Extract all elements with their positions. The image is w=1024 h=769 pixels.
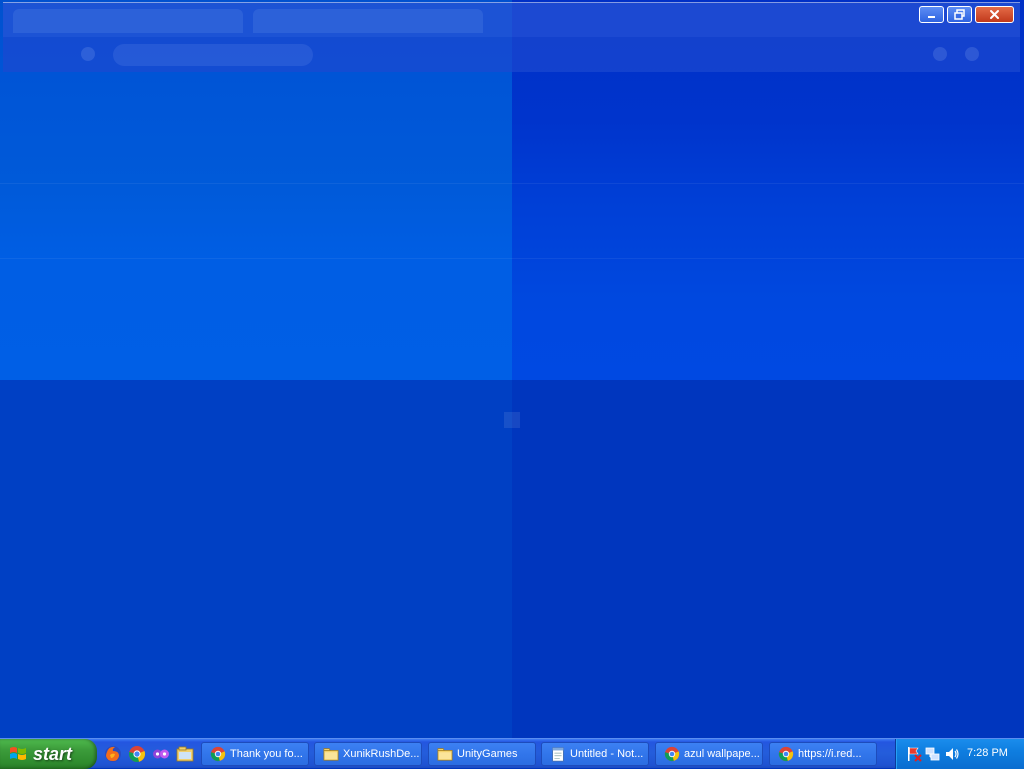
notepad-icon bbox=[552, 747, 564, 762]
volume-icon[interactable] bbox=[944, 746, 960, 762]
restore-icon bbox=[954, 9, 965, 20]
security-alert-icon[interactable] bbox=[906, 746, 922, 762]
folder-icon bbox=[437, 748, 453, 761]
minimize-button[interactable] bbox=[919, 6, 944, 23]
extension-icon[interactable] bbox=[933, 47, 947, 61]
network-icon[interactable] bbox=[925, 746, 941, 762]
start-button[interactable]: start bbox=[0, 739, 97, 769]
taskbar-task-chrome-https[interactable]: https://i.red... bbox=[769, 742, 877, 766]
wallpaper-band bbox=[0, 258, 1024, 259]
clock[interactable]: 7:28 PM bbox=[967, 747, 1008, 759]
system-tray: 7:28 PM bbox=[895, 739, 1024, 769]
wallpaper-band bbox=[0, 183, 1024, 184]
wallpaper-tile-bottom-right bbox=[512, 380, 1024, 738]
taskbar-task-chrome-azul[interactable]: azul wallpape... bbox=[655, 742, 763, 766]
desktop-wallpaper bbox=[0, 0, 1024, 738]
browser-tab[interactable] bbox=[253, 9, 483, 33]
taskbar: start Thank you fo... XunikRushDe... Uni… bbox=[0, 738, 1024, 769]
start-label: start bbox=[33, 743, 73, 764]
address-bar[interactable] bbox=[113, 44, 313, 66]
taskbar-task-folder-unitygames[interactable]: UnityGames bbox=[428, 742, 536, 766]
close-icon bbox=[990, 10, 999, 19]
profile-icon[interactable] bbox=[965, 47, 979, 61]
chrome-icon bbox=[664, 746, 680, 762]
task-label: Thank you fo... bbox=[230, 748, 303, 760]
browser-tab[interactable] bbox=[13, 9, 243, 33]
taskbar-task-folder-xunikrush[interactable]: XunikRushDe... bbox=[314, 742, 422, 766]
task-label: XunikRushDe... bbox=[343, 748, 420, 760]
windows-logo-icon bbox=[10, 747, 26, 760]
task-label: Untitled - Not... bbox=[570, 748, 644, 760]
task-label: azul wallpape... bbox=[684, 748, 760, 760]
explorer-folder-icon[interactable] bbox=[175, 744, 195, 764]
minimize-icon bbox=[928, 16, 935, 18]
close-button[interactable] bbox=[975, 6, 1014, 23]
reload-icon[interactable] bbox=[81, 47, 95, 61]
browser-tabstrip bbox=[3, 3, 1020, 37]
chrome-icon[interactable] bbox=[127, 744, 147, 764]
faded-browser-window bbox=[3, 2, 1020, 72]
chrome-icon bbox=[210, 746, 226, 762]
taskbar-task-chrome-thank-you[interactable]: Thank you fo... bbox=[201, 742, 309, 766]
wallpaper-center-mark bbox=[504, 412, 520, 428]
task-label: https://i.red... bbox=[798, 748, 862, 760]
quick-launch-bar bbox=[103, 743, 195, 765]
task-label: UnityGames bbox=[457, 748, 518, 760]
messenger-icon[interactable] bbox=[151, 744, 171, 764]
firefox-icon[interactable] bbox=[103, 744, 123, 764]
restore-button[interactable] bbox=[947, 6, 972, 23]
folder-icon bbox=[323, 748, 339, 761]
wallpaper-tile-bottom-left bbox=[0, 380, 512, 738]
taskbar-task-notepad[interactable]: Untitled - Not... bbox=[541, 742, 649, 766]
chrome-icon bbox=[778, 746, 794, 762]
